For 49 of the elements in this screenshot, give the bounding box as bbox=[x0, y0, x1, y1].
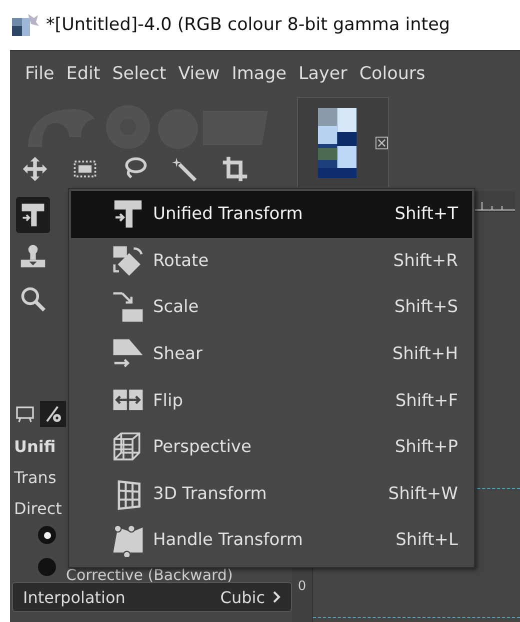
menu-item[interactable]: View bbox=[173, 62, 225, 86]
menu-item[interactable]: Rotate Shift+R bbox=[71, 238, 472, 284]
unified-transform-icon bbox=[19, 201, 47, 229]
menu-item[interactable]: Handle Transform Shift+L bbox=[71, 517, 472, 564]
menu-item[interactable]: Shear Shift+H bbox=[71, 330, 472, 378]
tool-options-icon bbox=[43, 404, 63, 424]
crop-icon bbox=[221, 155, 249, 183]
shortcut-label: Shift+R bbox=[393, 250, 458, 271]
move-icon bbox=[21, 155, 49, 183]
tool-options-title: Unifi bbox=[14, 437, 56, 456]
menu-item[interactable]: Flip Shift+F bbox=[71, 377, 472, 424]
menu-item[interactable]: Colours bbox=[354, 62, 430, 86]
radio-button[interactable] bbox=[38, 526, 56, 544]
shortcut-label: Shift+F bbox=[395, 390, 458, 411]
option-label: Direct bbox=[14, 499, 62, 518]
menu-item[interactable]: 3D Transform Shift+W bbox=[71, 470, 472, 518]
zoom-icon bbox=[19, 285, 47, 313]
window-title: *[Untitled]-4.0 (RGB colour 8-bit gamma integ bbox=[46, 15, 450, 35]
ruler-label: 0 bbox=[298, 579, 306, 594]
chevron-icon bbox=[273, 591, 281, 603]
handle-transform-icon bbox=[111, 523, 145, 558]
radio-label: Corrective (Backward) bbox=[66, 566, 233, 584]
dropdown-value: Cubic bbox=[220, 588, 265, 606]
shortcut-label: Shift+S bbox=[394, 297, 458, 318]
menu-item[interactable]: Scale Shift+S bbox=[71, 284, 472, 331]
shortcut-label: Shift+H bbox=[392, 344, 458, 364]
shortcut-label: Shift+W bbox=[388, 484, 458, 504]
menu-item[interactable]: File bbox=[20, 62, 60, 86]
radio-button[interactable] bbox=[38, 558, 56, 576]
menu-item[interactable]: Unified Transform Shift+T bbox=[71, 191, 472, 238]
menu-item[interactable]: Edit bbox=[61, 62, 106, 86]
monitor-icon bbox=[15, 404, 35, 424]
menu-item[interactable]: Layer bbox=[294, 62, 352, 86]
app-icon bbox=[12, 12, 40, 38]
close-icon[interactable] bbox=[374, 136, 388, 150]
menu-item[interactable]: Select bbox=[107, 62, 172, 86]
shortcut-label: Shift+L bbox=[396, 530, 458, 550]
menu-item[interactable]: Image bbox=[226, 62, 292, 86]
menu-item[interactable]: Perspective Shift+P bbox=[71, 424, 472, 471]
interpolation-dropdown[interactable]: Interpolation Cubic bbox=[12, 582, 292, 612]
dropdown-label: Interpolation bbox=[23, 588, 126, 606]
rotate-icon bbox=[111, 244, 145, 278]
tool-button[interactable] bbox=[16, 197, 50, 233]
shortcut-label: Shift+T bbox=[394, 204, 458, 224]
dock-tab[interactable] bbox=[40, 401, 66, 427]
shortcut-label: Shift+P bbox=[394, 437, 458, 458]
option-label: Trans bbox=[14, 468, 56, 487]
image-tab[interactable] bbox=[297, 97, 389, 187]
scale-icon bbox=[111, 290, 145, 324]
